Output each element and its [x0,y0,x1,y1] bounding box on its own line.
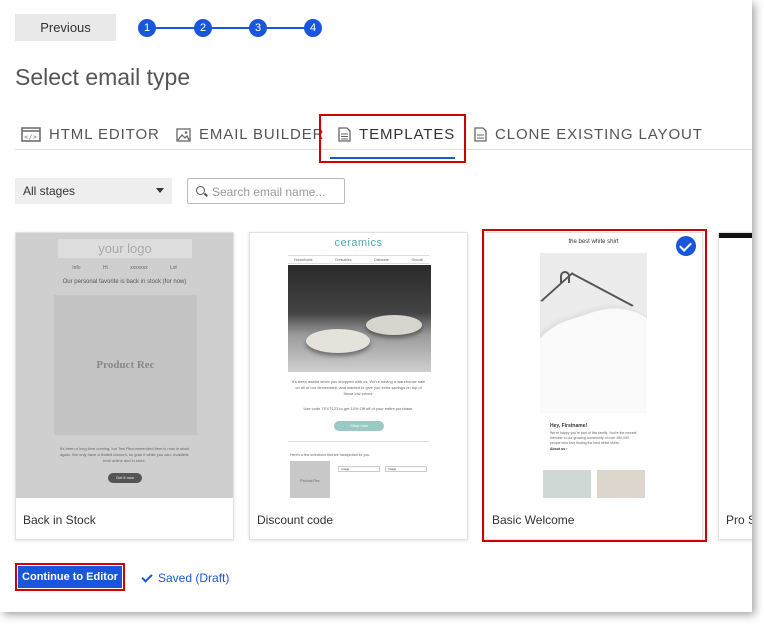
preview-body: It's been a long time coming, but Tesl R… [59,446,190,463]
preview-nav-item: Households [294,258,313,262]
search-icon [196,186,205,195]
chevron-down-icon [156,188,164,193]
preview-top-bar [719,233,752,238]
basic-welcome-highlight [482,229,707,542]
tab-email-builder[interactable]: EMAIL BUILDER [176,126,324,143]
preview-nav-item: Hi [103,265,108,271]
template-name: Pro S [726,513,752,527]
preview-nav-item: Giocolli [411,258,423,262]
preview-brand: ceramics [334,237,383,249]
copy-document-icon [474,127,487,142]
tab-label: HTML EDITOR [49,126,160,143]
tab-label: CLONE EXISTING LAYOUT [495,126,703,143]
preview-nav-item: xxxxxxx [130,265,148,271]
previous-button[interactable]: Previous [15,14,116,41]
preview-body: It's been awhile since you shopped with … [291,379,426,396]
preview-cta: Get it now [108,473,142,483]
template-preview: ceramics Households Drinkables Dishware … [250,233,467,498]
step-2[interactable]: 2 [194,19,212,37]
templates-tab-highlight [319,114,466,163]
step-indicator: 1 2 3 4 [138,17,328,39]
code-window-icon: </> [21,127,41,142]
preview-code-text: Use code TEXT123 to get 10% Off off of y… [303,406,414,411]
template-name: Discount code [257,513,334,527]
preview-nav-item: Info [72,265,81,271]
stage-select[interactable]: All stages [15,178,172,204]
step-4[interactable]: 4 [304,19,322,37]
preview-hero-image [288,265,431,372]
save-status-label: Saved (Draft) [158,571,230,585]
preview-product-rec: Product Rec [290,461,330,498]
continue-button-highlight [15,563,125,591]
template-card-discount-code[interactable]: ceramics Households Drinkables Dishware … [249,232,468,540]
search-input[interactable]: Search email name... [187,178,345,204]
step-connector [148,27,318,29]
bowl-shape [306,329,370,353]
preview-headline: Our personal favorite is back in stock (… [62,279,187,285]
tab-label: EMAIL BUILDER [199,126,325,143]
template-preview: your logo Info Hi xxxxxxx Lst Our person… [16,233,233,498]
template-name: Back in Stock [23,513,96,527]
preview-footer-text: Here's a few selections that are handpic… [290,453,371,457]
preview-cta: Shop now [334,421,384,431]
image-icon [176,127,191,142]
preview-image-box: Image [338,466,380,472]
save-status: Saved (Draft) [141,570,230,585]
tab-html-editor[interactable]: </> HTML EDITOR [21,126,160,143]
preview-logo: your logo [58,239,192,258]
preview-image-box: Image [385,466,427,472]
svg-text:</>: </> [24,134,38,141]
template-card-back-in-stock[interactable]: your logo Info Hi xxxxxxx Lst Our person… [15,232,234,540]
preview-product: Product Rec [54,295,197,435]
preview-nav-item: Drinkables [335,258,352,262]
app-window: Previous 1 2 3 4 Select email type </> H… [0,0,752,612]
page-title: Select email type [15,64,191,90]
stage-select-value: All stages [23,184,76,198]
preview-nav-item: Dishware [374,258,389,262]
tab-clone-existing-layout[interactable]: CLONE EXISTING LAYOUT [474,126,703,143]
bowl-shape [366,315,422,335]
step-1[interactable]: 1 [138,19,156,37]
template-card-pro[interactable]: Pro S [718,232,752,540]
divider [288,441,429,442]
preview-nav: Households Drinkables Dishware Giocolli [288,255,429,264]
preview-nav-item: Lst [170,265,177,271]
search-placeholder: Search email name... [212,185,326,199]
checkmark-icon [141,570,153,583]
preview-nav: Info Hi xxxxxxx Lst [16,265,233,271]
step-3[interactable]: 3 [249,19,267,37]
